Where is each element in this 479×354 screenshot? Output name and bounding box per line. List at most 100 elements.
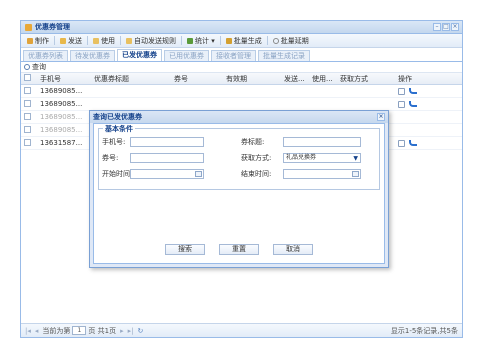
row-checkbox[interactable] — [24, 112, 31, 120]
select-all-checkbox[interactable] — [21, 74, 37, 83]
clock-icon — [272, 37, 279, 44]
title-label: 券标题: — [241, 138, 265, 146]
dialog-titlebar: 查询已发优惠券 × — [90, 111, 388, 123]
close-icon[interactable]: × — [377, 113, 385, 121]
tab-bar: 优惠券列表 待发优惠券 已发优惠券 已用优惠券 接收者管理 批量生成记录 — [21, 48, 462, 62]
cancel-button[interactable]: 取消 — [273, 244, 313, 255]
tab-batch-records[interactable]: 批量生成记录 — [258, 50, 310, 61]
make-icon — [27, 37, 33, 44]
row-checkbox[interactable] — [24, 138, 31, 146]
window-controls: – □ × — [433, 23, 459, 31]
column-header[interactable]: 有效期 — [223, 74, 281, 84]
window-title: 优惠券管理 — [35, 23, 70, 31]
table-row[interactable]: 13689085... — [21, 85, 462, 98]
tab-receivers[interactable]: 接收者管理 — [211, 50, 256, 61]
minimize-icon[interactable]: – — [433, 23, 441, 31]
send-icon — [60, 37, 66, 44]
undo-icon[interactable] — [409, 101, 417, 107]
tab-pending[interactable]: 待发优惠券 — [70, 50, 115, 61]
code-label: 券号: — [102, 154, 119, 162]
dialog-buttons: 搜索 重置 取消 — [94, 244, 384, 255]
column-header[interactable]: 使用... — [309, 74, 337, 84]
start-label: 开始时间: — [102, 170, 133, 178]
last-page-icon[interactable]: ▸| — [128, 327, 134, 335]
column-header[interactable]: 发送... — [281, 74, 309, 84]
dialog-body: 基本条件 手机号: 券标题: 券号: 获取方式: 礼品兑换券 ▼ 开始时间: 结… — [93, 123, 385, 264]
column-header[interactable]: 优惠券标题 — [91, 74, 171, 84]
tab-used[interactable]: 已用优惠券 — [164, 50, 209, 61]
page-suffix: 页 共1页 — [88, 326, 117, 335]
view-icon[interactable] — [398, 139, 405, 147]
send-button[interactable]: 发送 — [56, 36, 86, 46]
row-checkbox[interactable] — [24, 99, 31, 107]
phone-cell: 13689085... — [40, 87, 83, 95]
close-icon[interactable]: × — [451, 23, 459, 31]
phone-cell: 13689085... — [40, 126, 83, 134]
stats-icon — [187, 37, 193, 44]
next-page-icon[interactable]: ▸ — [120, 327, 124, 335]
rules-icon — [126, 37, 132, 44]
column-header[interactable]: 券号 — [171, 74, 223, 84]
stats-button[interactable]: 统计 ▾ — [183, 36, 219, 46]
tab-coupon-list[interactable]: 优惠券列表 — [23, 50, 68, 61]
refresh-icon[interactable]: ↻ — [137, 327, 143, 335]
toolbar-separator — [120, 36, 121, 45]
query-dialog: 查询已发优惠券 × 基本条件 手机号: 券标题: 券号: 获取方式: 礼品兑换券… — [89, 110, 389, 268]
maximize-icon[interactable]: □ — [442, 23, 450, 31]
toolbar-separator — [87, 36, 88, 45]
view-icon[interactable] — [398, 100, 405, 108]
phone-row: 手机号: — [102, 137, 204, 147]
search-button[interactable]: 搜索 — [165, 244, 205, 255]
prev-page-icon[interactable]: ◂ — [35, 327, 39, 335]
method-row: 获取方式: 礼品兑换券 ▼ — [241, 153, 361, 163]
page-number-input[interactable]: 1 — [72, 326, 87, 335]
reset-button[interactable]: 重置 — [219, 244, 259, 255]
method-label: 获取方式: — [241, 154, 272, 162]
toolbar-separator — [219, 36, 221, 45]
start-row: 开始时间: — [102, 169, 204, 179]
query-button[interactable]: 查询 — [21, 62, 462, 73]
make-button[interactable]: 制作 — [23, 36, 53, 46]
undo-icon[interactable] — [409, 140, 417, 146]
code-field[interactable] — [130, 153, 204, 163]
auto-send-rules-button[interactable]: 自动发送规则 — [122, 36, 180, 46]
phone-label: 手机号: — [102, 138, 126, 146]
column-header[interactable]: 操作 — [395, 74, 455, 84]
batch-extend-button[interactable]: 批量延期 — [269, 36, 313, 46]
toolbar-separator — [54, 36, 55, 45]
phone-cell: 13631587... — [40, 139, 83, 147]
end-row: 结束时间: — [241, 169, 361, 179]
coupon-app-icon — [25, 23, 32, 31]
window-titlebar: 优惠券管理 – □ × — [21, 21, 462, 34]
batch-generate-button[interactable]: 批量生成 — [222, 36, 266, 46]
use-button[interactable]: 使用 — [89, 36, 119, 46]
column-header[interactable]: 获取方式 — [337, 74, 395, 84]
start-date-field[interactable] — [130, 169, 204, 179]
tab-sent[interactable]: 已发优惠券 — [117, 49, 162, 61]
calendar-icon[interactable] — [195, 171, 202, 177]
end-label: 结束时间: — [241, 170, 272, 178]
chevron-down-icon: ▾ — [211, 36, 215, 45]
record-count: 显示1-5条记录,共5条 — [390, 326, 458, 335]
first-page-icon[interactable]: |◂ — [25, 327, 31, 335]
grid-header: 手机号 优惠券标题 券号 有效期 发送... 使用... 获取方式 操作 — [21, 73, 462, 85]
fieldset-legend: 基本条件 — [103, 124, 135, 134]
toolbar: 制作 发送 使用 自动发送规则 统计 ▾ 批量生成 批量延期 — [21, 34, 462, 48]
end-date-field[interactable] — [283, 169, 361, 179]
toolbar-separator — [266, 36, 268, 45]
calendar-icon[interactable] — [352, 171, 359, 177]
row-checkbox[interactable] — [24, 125, 31, 133]
chevron-down-icon[interactable]: ▼ — [353, 155, 358, 163]
batch-icon — [225, 37, 232, 44]
code-row: 券号: — [102, 153, 204, 163]
method-select[interactable]: 礼品兑换券 ▼ — [283, 153, 361, 163]
title-field[interactable] — [283, 137, 361, 147]
row-checkbox[interactable] — [24, 86, 31, 94]
phone-field[interactable] — [130, 137, 204, 147]
phone-cell: 13689085... — [40, 100, 83, 108]
use-icon — [93, 37, 99, 44]
undo-icon[interactable] — [409, 88, 417, 94]
basic-conditions-fieldset: 基本条件 手机号: 券标题: 券号: 获取方式: 礼品兑换券 ▼ 开始时间: 结… — [98, 124, 380, 190]
view-icon[interactable] — [398, 87, 405, 95]
column-header[interactable]: 手机号 — [37, 74, 91, 84]
